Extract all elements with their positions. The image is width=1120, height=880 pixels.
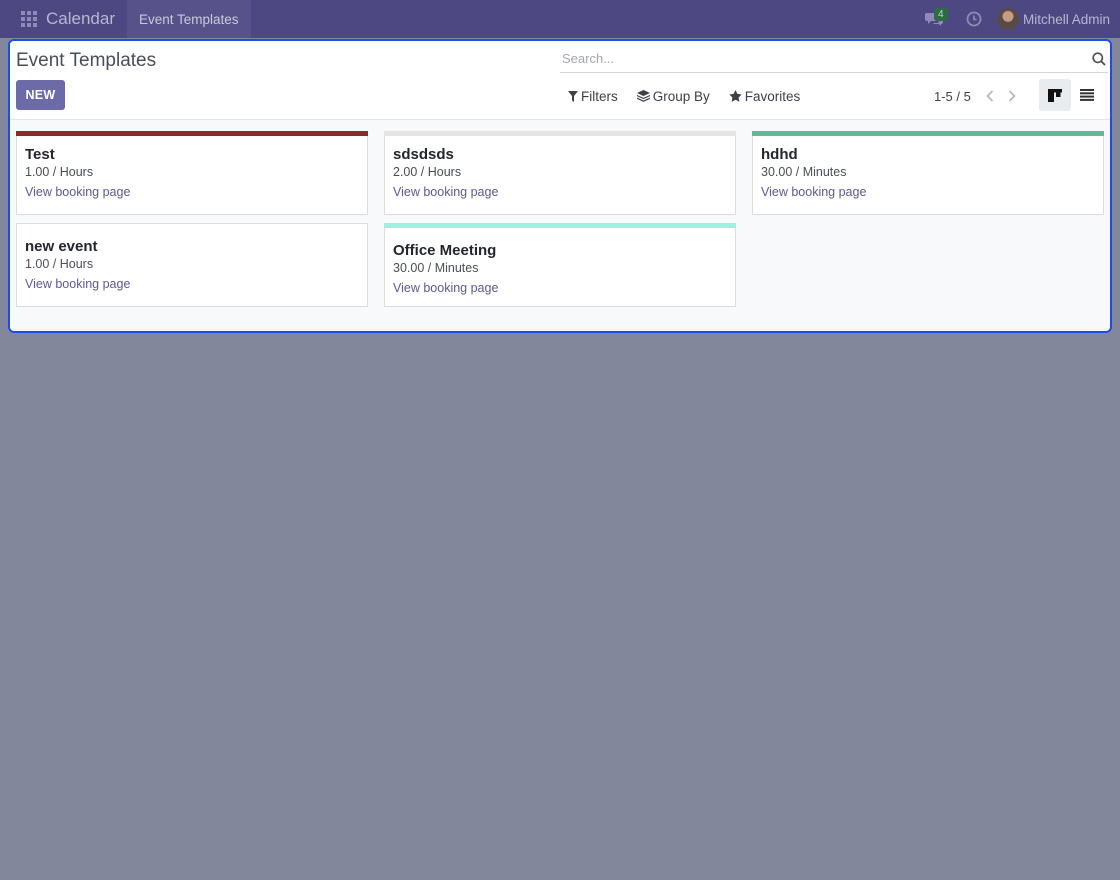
favorites-label: Favorites (744, 88, 801, 104)
event-templates-view: Event Templates NEW Filters (8, 39, 1112, 333)
card-title: Test (25, 146, 55, 163)
avatar (996, 8, 1019, 30)
clock-icon (966, 11, 982, 27)
kanban-card[interactable]: Office Meeting 30.00 / Minutes View book… (384, 223, 736, 307)
page-title: Event Templates (16, 50, 157, 71)
chevron-right-icon (1008, 90, 1016, 102)
kanban-card[interactable]: hdhd 30.00 / Minutes View booking page (752, 131, 1104, 215)
card-duration: 1.00 / Hours (25, 257, 94, 271)
pager: 1-5 / 5 (934, 87, 1023, 105)
card-color-bar (384, 131, 736, 136)
search-input[interactable] (560, 51, 1080, 66)
chat-button[interactable]: 4 (917, 0, 951, 38)
new-button[interactable]: NEW (16, 80, 65, 110)
pager-value[interactable]: 1-5 / 5 (934, 89, 971, 104)
card-title: hdhd (761, 146, 798, 163)
kanban-card[interactable]: new event 1.00 / Hours View booking page (16, 223, 368, 307)
menu-item-event-templates[interactable]: Event Templates (127, 0, 251, 38)
filter-icon (568, 90, 578, 102)
layers-icon (636, 90, 650, 102)
apps-grid-icon[interactable] (12, 0, 46, 38)
card-title: sdsdsds (393, 146, 454, 163)
kanban-card[interactable]: Test 1.00 / Hours View booking page (16, 131, 368, 215)
chevron-left-icon (986, 90, 993, 102)
control-panel: Event Templates NEW Filters (10, 41, 1110, 120)
user-name: Mitchell Admin (1022, 11, 1110, 27)
card-duration: 30.00 / Minutes (393, 261, 479, 275)
chat-badge: 4 (933, 8, 948, 21)
top-navbar: Calendar Event Templates 4 Mitchell Admi… (0, 0, 1120, 38)
card-duration: 30.00 / Minutes (761, 165, 847, 179)
view-switcher (1039, 79, 1103, 111)
star-icon (729, 90, 742, 102)
view-booking-page-link[interactable]: View booking page (393, 279, 727, 297)
card-title: new event (25, 238, 98, 255)
card-title: Office Meeting (393, 242, 497, 259)
navbar-systray: 4 Mitchell Admin (917, 0, 1110, 38)
list-view-button[interactable] (1071, 79, 1103, 111)
search-bar (560, 45, 1108, 73)
pager-next-button[interactable] (1001, 87, 1023, 105)
search-options: Filters Group By Favorites (568, 87, 819, 105)
kanban-card[interactable]: sdsdsds 2.00 / Hours View booking page (384, 131, 736, 215)
view-booking-page-link[interactable]: View booking page (25, 275, 359, 293)
card-duration: 2.00 / Hours (393, 165, 462, 179)
card-duration: 1.00 / Hours (25, 165, 94, 179)
view-booking-page-link[interactable]: View booking page (25, 183, 359, 201)
kanban-icon (1048, 88, 1062, 102)
pager-previous-button[interactable] (979, 87, 1001, 105)
favorites-button[interactable]: Favorites (729, 88, 801, 104)
group-by-label: Group By (652, 88, 710, 104)
app-title[interactable]: Calendar (46, 9, 115, 29)
kanban-view-button[interactable] (1039, 79, 1071, 111)
filters-button[interactable]: Filters (568, 89, 618, 104)
search-icon[interactable] (1092, 52, 1106, 66)
view-booking-page-link[interactable]: View booking page (393, 183, 727, 201)
card-color-bar (16, 131, 368, 136)
activity-button[interactable] (957, 0, 991, 38)
group-by-button[interactable]: Group By (636, 88, 710, 104)
view-booking-page-link[interactable]: View booking page (761, 183, 1095, 201)
card-color-bar (384, 223, 736, 228)
user-menu[interactable]: Mitchell Admin (996, 8, 1110, 30)
filters-label: Filters (581, 88, 618, 104)
card-color-bar (752, 131, 1104, 136)
list-icon (1080, 89, 1094, 101)
